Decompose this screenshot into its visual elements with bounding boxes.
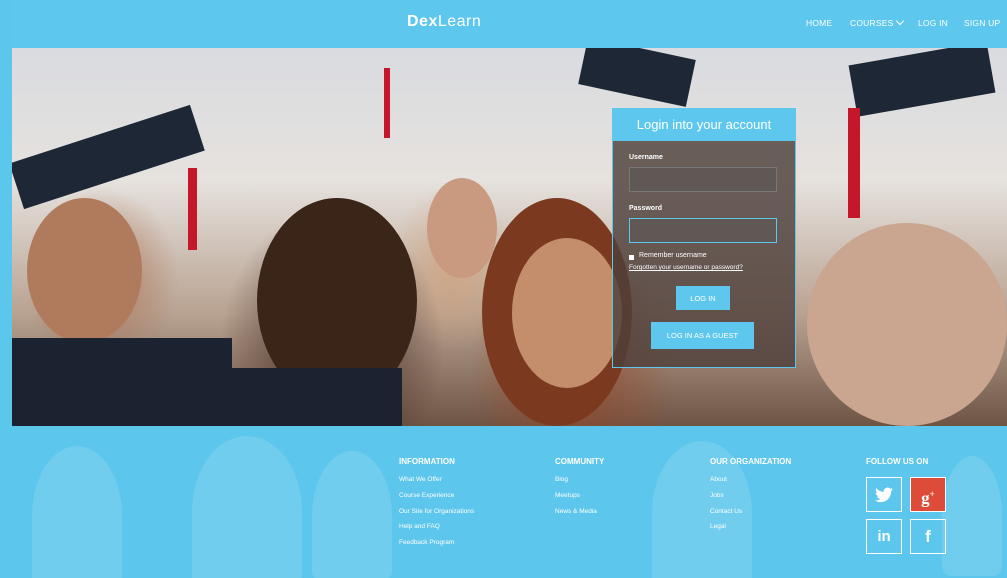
graduation-cap: [12, 104, 205, 210]
footer-link[interactable]: Feedback Program: [399, 539, 454, 546]
footer-link[interactable]: Help and FAQ: [399, 523, 440, 530]
password-label: Password: [629, 205, 663, 212]
login-button[interactable]: LOG IN: [676, 286, 730, 310]
footer-community-title: COMMUNITY: [555, 457, 605, 466]
footer-link[interactable]: Blog: [555, 476, 568, 483]
student-face: [427, 178, 497, 278]
student-arm: [807, 223, 1007, 426]
cap-tassel: [848, 108, 860, 218]
cap-tassel: [188, 168, 197, 250]
footer-link[interactable]: Contact Us: [710, 508, 742, 515]
logo-bold-text: Dex: [407, 13, 438, 30]
student-face: [512, 238, 622, 388]
gown: [12, 338, 232, 426]
nav-home[interactable]: HOME: [806, 18, 832, 28]
footer-link[interactable]: Course Experience: [399, 492, 454, 499]
remember-checkbox[interactable]: [629, 255, 634, 260]
footer-link[interactable]: Our Site for Organizations: [399, 508, 474, 515]
footer-link[interactable]: Meetups: [555, 492, 580, 499]
twitter-bird-glyph: [875, 487, 893, 503]
footer-link[interactable]: News & Media: [555, 508, 597, 515]
cap-tassel: [384, 68, 390, 138]
footer-information-title: INFORMATION: [399, 457, 455, 466]
site-logo[interactable]: DexLearn: [407, 13, 481, 31]
login-panel: Login into your account Username Passwor…: [612, 108, 796, 368]
username-label: Username: [629, 154, 663, 161]
graduation-cap: [848, 48, 996, 117]
footer-link[interactable]: What We Offer: [399, 476, 442, 483]
footer-follow-title: FOLLOW US ON: [866, 457, 929, 466]
linkedin-icon[interactable]: in: [866, 519, 902, 554]
footer-link[interactable]: Jobs: [710, 492, 724, 499]
footer-link[interactable]: Legal: [710, 523, 726, 530]
nav-signup[interactable]: SIGN UP: [964, 18, 1000, 28]
twitter-icon[interactable]: [866, 477, 902, 512]
footer-bg-figure: [192, 436, 302, 578]
google-plus-icon[interactable]: g+: [910, 477, 946, 512]
username-input[interactable]: [629, 167, 777, 192]
chevron-down-icon: [896, 16, 905, 26]
footer-bg-figure: [312, 451, 392, 578]
hero-image: [12, 48, 1007, 426]
facebook-icon[interactable]: f: [910, 519, 946, 554]
logo-light-text: Learn: [437, 13, 482, 30]
footer-link[interactable]: About: [710, 476, 727, 483]
forgot-password-link[interactable]: Forgotten your username or password?: [629, 264, 743, 271]
nav-courses[interactable]: COURSES: [850, 16, 905, 28]
nav-login[interactable]: LOG IN: [918, 18, 948, 28]
footer-bg-figure: [32, 446, 122, 578]
footer-bg-figure: [942, 456, 1002, 576]
login-guest-button[interactable]: LOG IN AS A GUEST: [651, 322, 754, 349]
footer-organization-title: OUR ORGANIZATION: [710, 457, 792, 466]
student-face: [27, 198, 142, 343]
gown: [212, 368, 402, 426]
remember-label: Remember username: [639, 252, 707, 259]
graduation-cap: [578, 48, 696, 107]
login-title: Login into your account: [613, 109, 795, 141]
nav-courses-label: COURSES: [850, 18, 894, 28]
footer: [12, 426, 1007, 578]
password-input[interactable]: [629, 218, 777, 243]
